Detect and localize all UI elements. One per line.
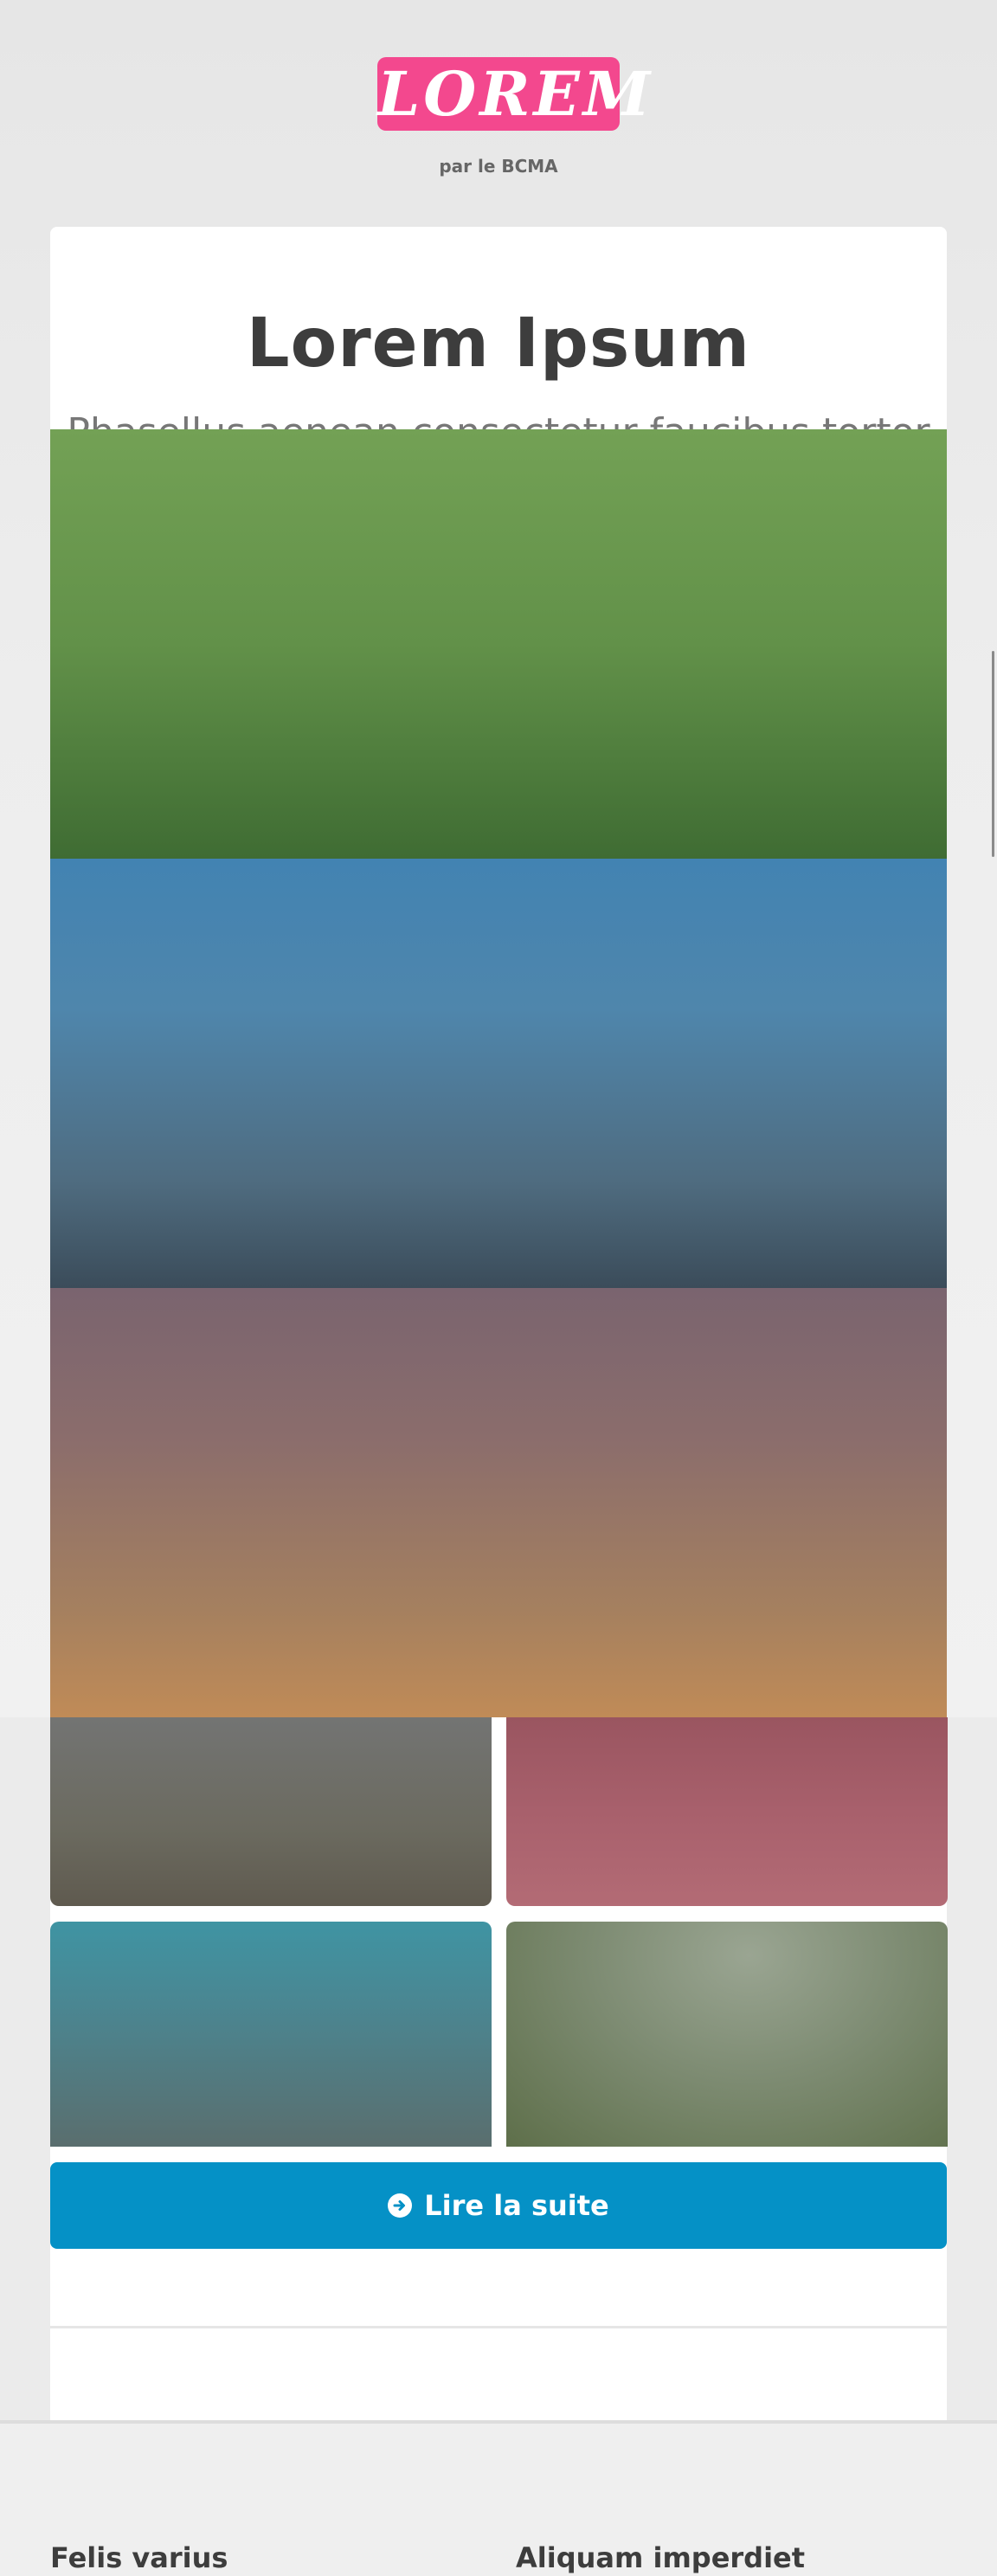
gallery-image-green[interactable] [50,429,947,859]
footer-heading-aliquam: Aliquam imperdiet [516,2541,806,2574]
article-title: Lorem Ipsum [246,305,751,383]
thumbnail-teal[interactable] [50,1922,492,2147]
site-logo[interactable]: LOREM [377,57,650,131]
arrow-circle-right-icon [388,2193,413,2218]
read-more-label: Lire la suite [424,2189,609,2222]
byline: par le BCMA [439,156,558,177]
thumbnail-rose[interactable] [506,1717,948,1906]
section-divider [50,2326,947,2328]
gallery-image-blue[interactable] [50,859,947,1288]
gallery-image-sunset[interactable] [50,1288,947,1717]
thumbnail-olive[interactable] [506,1922,948,2147]
read-more-button[interactable]: Lire la suite [50,2162,947,2249]
scrollbar-thumb[interactable] [992,651,994,857]
article-subtitle: Phasellus aenean consectetur faucibus to… [50,414,947,429]
thumbnail-grey[interactable] [50,1717,492,1906]
footer-heading-felis: Felis varius [50,2541,228,2574]
